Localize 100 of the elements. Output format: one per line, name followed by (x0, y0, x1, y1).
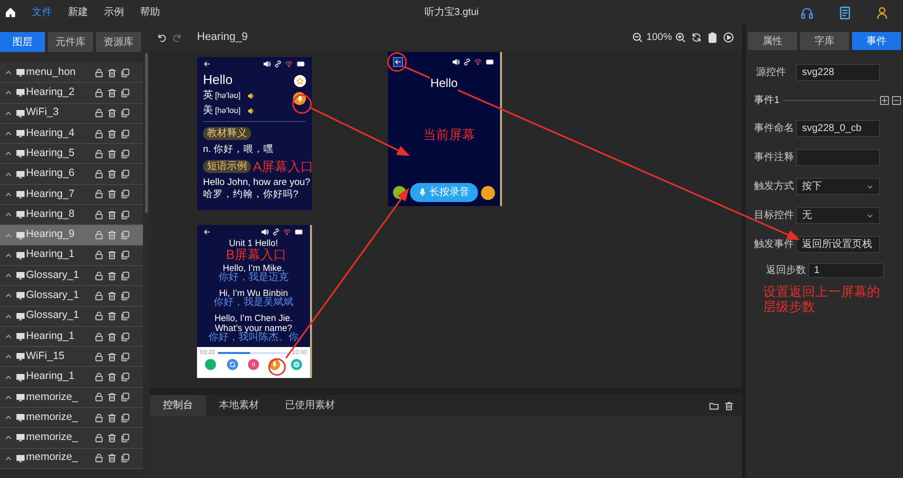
score-button[interactable] (481, 186, 495, 200)
console-tab[interactable]: 已使用素材 (272, 395, 348, 416)
console-tab[interactable]: 本地素材 (206, 395, 272, 416)
input-field[interactable]: svg228_0_cb (796, 120, 880, 137)
play-icon[interactable] (723, 32, 734, 43)
menu-item[interactable]: 帮助 (140, 5, 160, 20)
panel-tab[interactable]: 事件 (852, 32, 901, 50)
zoom-out-icon[interactable] (632, 32, 644, 43)
dropdown[interactable]: 返回所设置页栈 (796, 236, 880, 253)
copy-icon[interactable] (120, 352, 130, 362)
copy-icon[interactable] (120, 189, 130, 200)
copy-icon[interactable] (120, 250, 130, 260)
trash-icon[interactable] (107, 290, 117, 301)
layer-item[interactable]: memorize_ (0, 428, 143, 449)
layer-item[interactable]: WiFi_15 (0, 347, 143, 368)
trash-icon[interactable] (107, 88, 117, 98)
trash-icon[interactable] (107, 311, 117, 322)
a-button[interactable] (205, 359, 216, 370)
lock-icon[interactable] (94, 453, 104, 464)
copy-icon[interactable] (120, 332, 130, 342)
lock-icon[interactable] (94, 148, 104, 159)
copy-icon[interactable] (120, 88, 130, 98)
layer-item[interactable]: Glossary_1 (0, 266, 143, 286)
trash-icon[interactable] (107, 210, 117, 220)
layer-item[interactable]: Hearing_1 (0, 246, 143, 266)
copy-icon[interactable] (120, 372, 130, 382)
redo-icon[interactable] (172, 32, 182, 42)
trash-icon[interactable] (107, 270, 117, 281)
lock-icon[interactable] (94, 68, 104, 78)
panel-tab[interactable]: 资源库 (96, 32, 141, 52)
trash-icon[interactable] (107, 453, 117, 464)
copy-icon[interactable] (120, 128, 130, 139)
pause-button[interactable] (248, 359, 259, 370)
copy-icon[interactable] (120, 412, 130, 423)
layer-item[interactable]: memorize_ (0, 388, 143, 408)
input-field[interactable]: 1 (808, 263, 884, 278)
repeat-button[interactable] (226, 359, 238, 370)
copy-icon[interactable] (120, 169, 130, 180)
clipboard-icon[interactable] (707, 32, 718, 43)
layer-item[interactable]: Glossary_1 (0, 286, 143, 307)
layer-item[interactable]: Hearing_1 (0, 367, 143, 388)
menu-item[interactable]: 示例 (104, 5, 124, 20)
undo-icon[interactable] (157, 32, 167, 42)
trash-icon[interactable] (107, 432, 117, 443)
menu-item[interactable]: 文件 (32, 5, 52, 20)
folder-icon[interactable] (709, 400, 719, 410)
trash-icon[interactable] (107, 332, 117, 342)
copy-icon[interactable] (120, 453, 130, 464)
copy-icon[interactable] (120, 432, 130, 443)
dropdown[interactable]: 按下 (796, 178, 880, 195)
menu-item[interactable]: 新建 (68, 5, 88, 20)
lock-icon[interactable] (94, 210, 104, 220)
lock-icon[interactable] (94, 311, 104, 322)
lock-icon[interactable] (94, 290, 104, 301)
trash-icon[interactable] (107, 169, 117, 180)
copy-icon[interactable] (120, 270, 130, 281)
lock-icon[interactable] (94, 108, 104, 118)
refresh-icon[interactable] (691, 32, 702, 43)
lock-icon[interactable] (94, 189, 104, 200)
plus-icon[interactable] (880, 96, 889, 105)
layer-item[interactable]: Hearing_7 (0, 184, 143, 206)
layer-item[interactable]: Hearing_8 (0, 205, 143, 226)
copy-icon[interactable] (120, 230, 130, 240)
lock-icon[interactable] (94, 128, 104, 139)
trash-icon[interactable] (724, 400, 734, 410)
lock-icon[interactable] (94, 412, 104, 423)
layer-item[interactable]: WiFi_3 (0, 104, 143, 124)
copy-icon[interactable] (120, 311, 130, 322)
panel-tab[interactable]: 元件库 (48, 32, 93, 52)
document-icon[interactable] (838, 6, 852, 20)
panel-tab[interactable]: 属性 (748, 32, 797, 50)
copy-icon[interactable] (120, 68, 130, 78)
copy-icon[interactable] (120, 108, 130, 118)
layer-item[interactable]: Hearing_1 (0, 326, 143, 348)
lock-icon[interactable] (94, 432, 104, 443)
panel-tab[interactable]: 字库 (800, 32, 849, 50)
layer-item[interactable]: memorize_ (0, 408, 143, 428)
lock-icon[interactable] (94, 372, 104, 382)
layer-item[interactable]: Hearing_2 (0, 83, 143, 104)
person-icon[interactable] (876, 6, 890, 20)
trash-icon[interactable] (107, 108, 117, 118)
star-button[interactable] (294, 75, 306, 87)
scrollbar-thumb[interactable] (145, 53, 148, 213)
lock-icon[interactable] (94, 250, 104, 260)
input-field[interactable]: svg228 (796, 64, 880, 81)
layer-item[interactable]: Hearing_6 (0, 164, 143, 185)
trash-icon[interactable] (107, 392, 117, 402)
copy-icon[interactable] (120, 392, 130, 402)
layer-item[interactable]: memorize_ (0, 448, 143, 469)
lock-icon[interactable] (94, 392, 104, 402)
back-button[interactable] (393, 57, 403, 67)
input-field[interactable] (796, 149, 880, 166)
dropdown[interactable]: 无 (796, 207, 880, 224)
trash-icon[interactable] (107, 128, 117, 139)
trash-icon[interactable] (107, 412, 117, 423)
lock-icon[interactable] (94, 270, 104, 281)
copy-icon[interactable] (120, 290, 130, 301)
lock-icon[interactable] (94, 88, 104, 98)
trash-icon[interactable] (107, 352, 117, 362)
headset-icon[interactable] (800, 6, 814, 20)
